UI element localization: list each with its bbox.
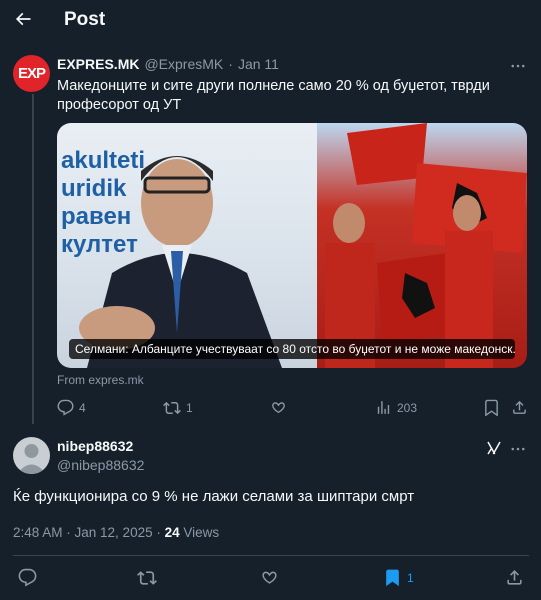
source-link[interactable]: From expres.mk — [57, 373, 144, 387]
repost-button[interactable]: 1 — [163, 399, 193, 417]
default-user-icon — [17, 444, 46, 474]
heart-icon — [272, 402, 285, 414]
image-crowd-photo — [317, 123, 527, 368]
share-button[interactable] — [511, 399, 528, 416]
post-text: Македонците и сите други полнеле само 20… — [57, 78, 490, 113]
more-horizontal-icon — [511, 64, 525, 68]
arrow-left-icon — [15, 12, 31, 26]
repost-button[interactable] — [137, 568, 157, 588]
post-date[interactable]: Jan 11 — [238, 56, 279, 72]
views-label: Views — [179, 525, 220, 540]
bar-chart-icon — [377, 401, 390, 414]
avatar[interactable] — [13, 437, 50, 474]
author-handle[interactable]: @ExpresMK — [144, 56, 223, 72]
post-header: EXPRES.MK @ExpresMK · Jan 11 — [57, 56, 279, 72]
grok-icon — [487, 441, 501, 455]
reply-button[interactable]: 4 — [57, 399, 86, 416]
repost-icon — [137, 571, 157, 585]
bookmark-count: 1 — [407, 570, 414, 585]
author-name[interactable]: nibep88632 — [57, 438, 133, 454]
repost-icon — [163, 401, 181, 415]
reply-button[interactable] — [18, 568, 37, 587]
post-image[interactable]: akulteti uridik равен култет Селмани: Ал… — [57, 123, 527, 368]
share-button[interactable] — [505, 568, 524, 587]
post-actions: 1 — [13, 568, 529, 588]
share-icon — [513, 400, 526, 414]
top-bar: Post — [0, 0, 541, 42]
bookmark-filled-icon — [386, 569, 399, 587]
post-text: Ќе функционира со 9 % не лажи селами за … — [13, 488, 415, 505]
like-button[interactable] — [260, 568, 279, 587]
author-handle[interactable]: @nibep88632 — [57, 457, 144, 473]
avatar-logo-text: EXP — [17, 65, 46, 82]
page-title: Post — [64, 9, 106, 30]
image-caption: Селмани: Албанците учествуваат со 80 отс… — [69, 339, 515, 359]
views-count: 203 — [397, 400, 418, 415]
bookmark-button[interactable] — [483, 399, 500, 416]
more-horizontal-icon — [511, 447, 525, 451]
crowd-figures — [325, 123, 527, 368]
dot-separator: · — [228, 56, 233, 72]
bookmark-icon — [485, 399, 498, 416]
views-count: 24 — [164, 525, 180, 540]
repost-count: 1 — [186, 401, 193, 415]
like-button[interactable] — [270, 399, 287, 416]
reply-count: 4 — [79, 400, 86, 415]
speaker-figure — [79, 156, 282, 368]
share-icon — [507, 570, 522, 585]
post-actions: 4 1 203 — [57, 399, 527, 417]
views-button[interactable]: 203 — [375, 399, 417, 416]
more-options-button[interactable] — [509, 440, 527, 458]
author-name[interactable]: EXPRES.MK — [57, 56, 139, 72]
heart-icon — [262, 571, 277, 584]
image-speaker-photo: akulteti uridik равен култет — [57, 123, 317, 368]
post-timestamp[interactable]: 2:48 AM · Jan 12, 2025 · — [13, 525, 165, 540]
divider — [13, 555, 529, 556]
post-meta: 2:48 AM · Jan 12, 2025 · 24 Views — [13, 525, 219, 540]
avatar[interactable]: EXP — [13, 55, 50, 92]
reply-icon — [18, 568, 37, 587]
thread-line — [32, 94, 34, 424]
grok-button[interactable] — [485, 439, 503, 457]
bookmark-button[interactable]: 1 — [383, 568, 414, 587]
back-button[interactable] — [12, 8, 34, 30]
reply-icon — [57, 399, 74, 416]
more-options-button[interactable] — [509, 57, 527, 75]
